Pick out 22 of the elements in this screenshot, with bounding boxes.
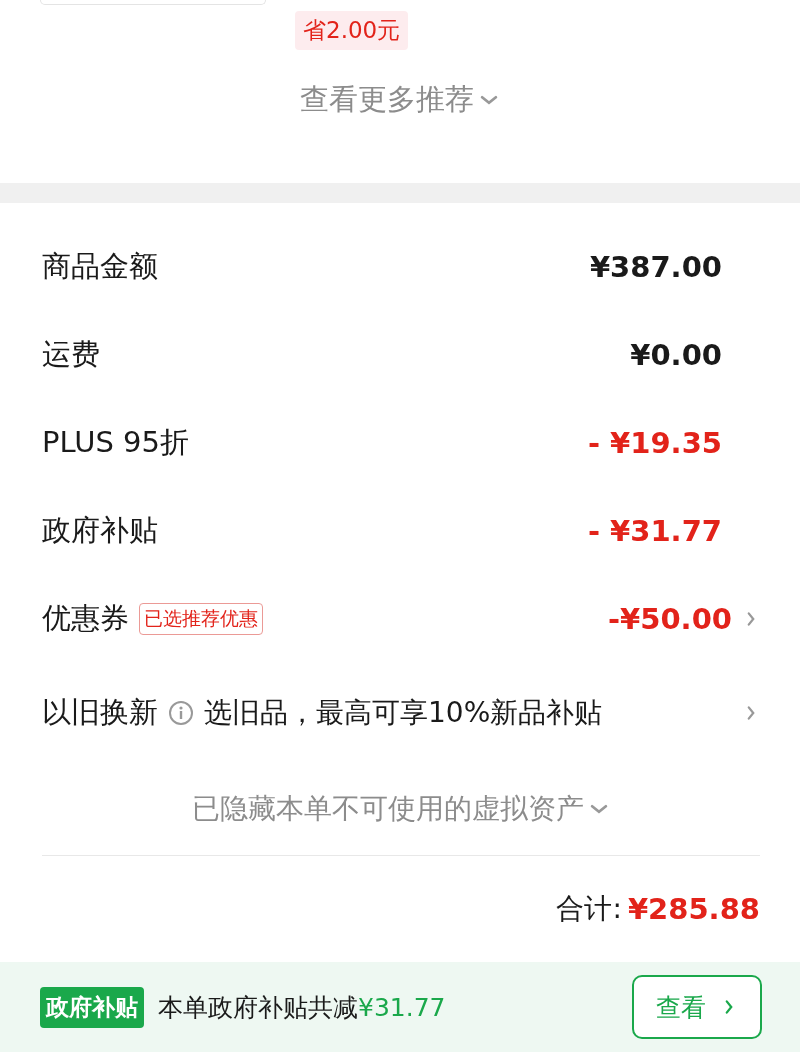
amount-value: - ¥19.35 <box>587 426 722 460</box>
total-label: 合计: <box>556 891 622 927</box>
view-button[interactable]: 查看 <box>632 975 762 1039</box>
subsidy-badge: 政府补贴 <box>40 986 144 1028</box>
coupon-tag: 已选推荐优惠 <box>139 603 263 635</box>
amount-value: ¥387.00 <box>589 250 722 284</box>
more-recommendations-link[interactable]: 查看更多推荐 <box>300 80 474 120</box>
row-label: 政府补贴 <box>42 512 158 549</box>
saving-tag: 省2.00元 <box>295 11 409 50</box>
row-label: 商品金额 <box>42 248 158 285</box>
subsidy-text: 本单政府补贴共减¥31.77 <box>158 991 446 1024</box>
trade-in-hint[interactable]: 选旧品，最高可享10%新品补贴 <box>204 694 603 732</box>
row-label: 优惠券 <box>42 600 129 637</box>
amount-value: - ¥31.77 <box>587 514 722 548</box>
row-label: 运费 <box>42 336 100 373</box>
amount-value[interactable]: -¥50.00 <box>608 602 732 636</box>
total-value: ¥285.88 <box>627 892 760 926</box>
row-label: PLUS 95折 <box>42 424 189 461</box>
row-label: 以旧换新 <box>42 694 158 731</box>
hidden-assets-link[interactable]: 已隐藏本单不可使用的虚拟资产 <box>192 790 584 828</box>
info-icon[interactable] <box>168 700 194 726</box>
amount-value: ¥0.00 <box>630 338 722 372</box>
